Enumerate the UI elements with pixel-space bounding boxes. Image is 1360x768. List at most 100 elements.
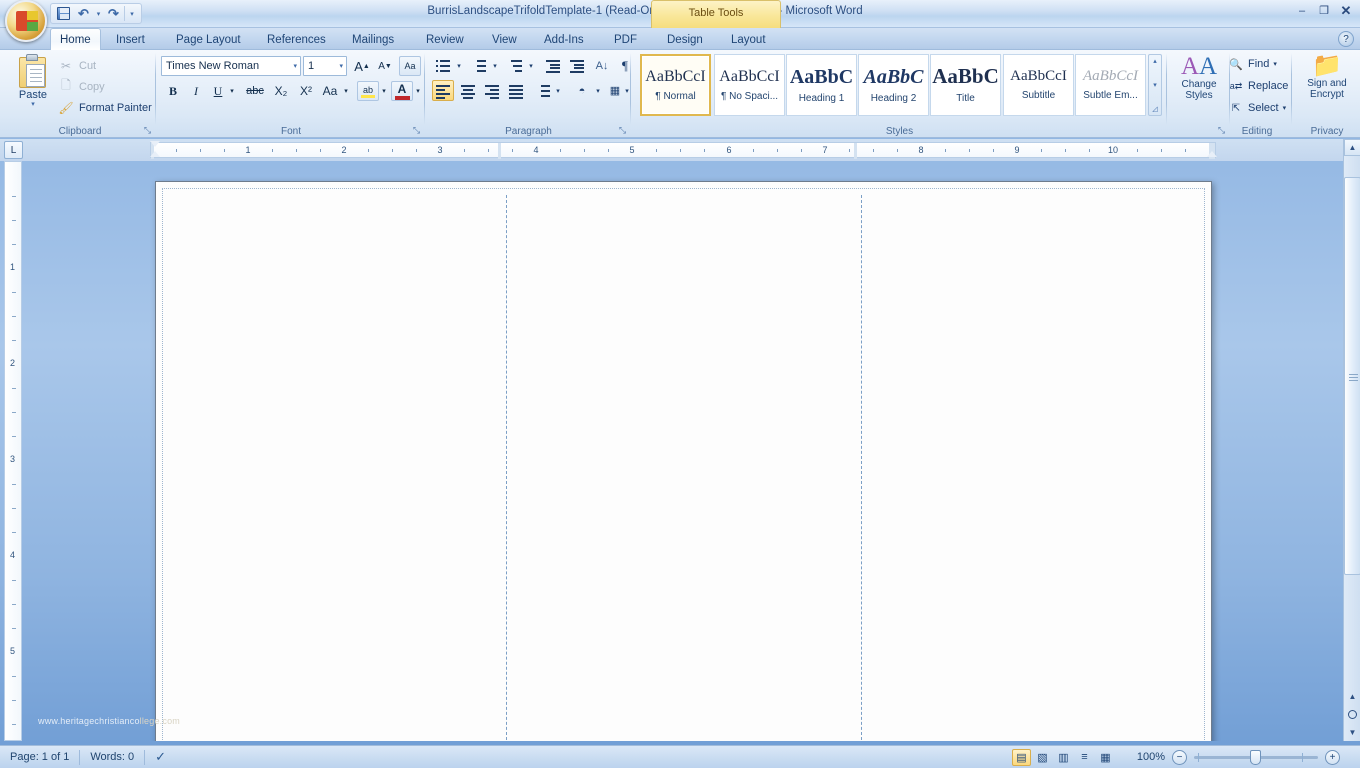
zoom-slider[interactable]: − + [1172,749,1340,766]
zoom-level-label[interactable]: 100% [1137,751,1165,763]
decrease-indent-button[interactable] [542,55,564,76]
multilevel-list-button[interactable] [504,55,526,76]
change-styles-button[interactable]: AA Change Styles [1174,54,1224,101]
shading-dropdown[interactable]: ▾ [593,80,603,101]
web-layout-view-button[interactable]: ▥ [1054,749,1073,766]
style-normal[interactable]: AaBbCcI ¶ Normal [640,54,711,116]
print-layout-view-button[interactable]: ▤ [1012,749,1031,766]
status-page-indicator[interactable]: Page: 1 of 1 [0,746,79,768]
style-heading-2[interactable]: AaBbC Heading 2 [858,54,929,116]
style-no-spacing[interactable]: AaBbCcI ¶ No Spaci... [714,54,785,116]
increase-indent-button[interactable] [566,55,588,76]
previous-page-button[interactable]: ▲ [1349,692,1357,701]
multilevel-list-dropdown[interactable]: ▾ [526,55,536,76]
zoom-out-button[interactable]: − [1172,750,1187,765]
styles-more-button[interactable]: ◿ [1152,105,1157,113]
change-case-button[interactable]: Aa [319,81,341,101]
font-size-input[interactable]: 1 ▾ [303,56,347,76]
next-page-button[interactable]: ▼ [1349,728,1357,737]
styles-scroll-down-button[interactable]: ▾ [1153,81,1157,89]
help-icon[interactable]: ? [1338,31,1354,47]
tab-selector-button[interactable]: L [4,141,23,159]
font-dialog-launcher[interactable]: ⤡ [411,125,422,136]
strikethrough-button[interactable]: abc [242,81,268,101]
paste-button[interactable]: Paste ▾ [12,54,54,120]
text-highlight-color-button[interactable]: ab [357,81,379,101]
align-left-button[interactable] [432,80,454,101]
status-proofing-button[interactable]: ✓ [145,746,176,768]
format-painter-button[interactable]: 🖌 Format Painter [58,98,152,117]
numbering-dropdown[interactable]: ▾ [490,55,500,76]
line-spacing-dropdown[interactable]: ▾ [553,80,563,101]
tab-view[interactable]: View [483,29,526,50]
tab-design[interactable]: Design [658,29,712,50]
replace-button[interactable]: a⇄ Replace [1228,78,1288,94]
horizontal-ruler[interactable]: L 1 2 3 4 5 6 7 8 9 10 [0,139,1360,161]
cut-button[interactable]: ✂ Cut [58,56,96,75]
tab-home[interactable]: Home [50,28,101,50]
tab-page-layout[interactable]: Page Layout [167,29,250,50]
grow-font-button[interactable]: A▲ [351,56,373,76]
underline-dropdown[interactable]: ▾ [227,81,237,101]
close-button[interactable]: ✕ [1336,2,1356,19]
tab-review[interactable]: Review [417,29,473,50]
minimize-button[interactable]: – [1292,2,1312,19]
restore-button[interactable]: ❐ [1314,2,1334,19]
shading-button[interactable]: ◓ [571,80,593,101]
tab-add-ins[interactable]: Add-Ins [535,29,593,50]
justify-button[interactable] [505,80,527,101]
draft-view-button[interactable]: ▦ [1096,749,1115,766]
office-button[interactable] [5,0,47,42]
italic-button[interactable]: I [185,81,207,101]
status-word-count[interactable]: Words: 0 [80,746,144,768]
zoom-in-button[interactable]: + [1325,750,1340,765]
sign-and-encrypt-button[interactable]: 📁 Sign and Encrypt [1299,54,1355,100]
underline-button[interactable]: U [208,81,228,101]
style-heading-1[interactable]: AaBbC Heading 1 [786,54,857,116]
clipboard-dialog-launcher[interactable]: ⤡ [142,125,153,136]
styles-scroll-up-button[interactable]: ▴ [1153,57,1157,65]
zoom-slider-thumb[interactable] [1250,750,1261,765]
subscript-button[interactable]: X₂ [269,81,293,101]
font-color-button[interactable]: A [391,81,413,101]
bullets-button[interactable] [432,55,454,76]
align-center-button[interactable] [457,80,479,101]
font-color-dropdown[interactable]: ▾ [413,81,423,101]
select-browse-object-button[interactable] [1348,710,1357,719]
bold-button[interactable]: B [162,81,184,101]
tab-insert[interactable]: Insert [107,29,154,50]
numbering-button[interactable] [468,55,490,76]
full-screen-reading-view-button[interactable]: ▧ [1033,749,1052,766]
document-canvas[interactable] [0,161,1338,741]
tab-references[interactable]: References [258,29,335,50]
right-indent-marker[interactable] [1207,151,1216,159]
shrink-font-button[interactable]: A▼ [374,56,396,76]
tab-layout[interactable]: Layout [722,29,775,50]
left-indent-marker[interactable] [150,151,159,159]
scrollbar-thumb[interactable] [1344,177,1360,575]
copy-button[interactable]: 🗋 Copy [58,77,105,96]
highlight-dropdown[interactable]: ▾ [379,81,389,101]
tab-mailings[interactable]: Mailings [343,29,403,50]
select-button[interactable]: ⇱ Select ▾ [1228,100,1286,116]
styles-gallery-scroll[interactable]: ▴ ▾ ◿ [1148,54,1162,116]
vertical-scrollbar[interactable]: ▲ ▲ ▼ [1343,139,1360,741]
find-button[interactable]: 🔍 Find ▾ [1228,56,1277,72]
ruler-track[interactable]: 1 2 3 4 5 6 7 8 9 10 [150,142,1216,158]
select-browse-object-controls[interactable]: ▲ ▼ [1344,687,1360,741]
bullets-dropdown[interactable]: ▾ [454,55,464,76]
style-subtle-emphasis[interactable]: AaBbCcI Subtle Em... [1075,54,1146,116]
scroll-up-button[interactable]: ▲ [1344,139,1360,156]
clear-formatting-button[interactable]: Aa [399,56,421,76]
first-line-indent-marker[interactable] [150,141,159,149]
tab-pdf[interactable]: PDF [605,29,646,50]
superscript-button[interactable]: X² [294,81,318,101]
style-title[interactable]: AaBbC Title [930,54,1001,116]
outline-view-button[interactable]: ≡ [1075,749,1094,766]
font-name-input[interactable]: Times New Roman ▾ [161,56,301,76]
align-right-button[interactable] [481,80,503,101]
document-page[interactable] [155,181,1212,741]
change-case-dropdown[interactable]: ▾ [341,81,351,101]
sort-button[interactable]: A↓ [591,55,613,76]
line-spacing-button[interactable] [532,80,554,101]
